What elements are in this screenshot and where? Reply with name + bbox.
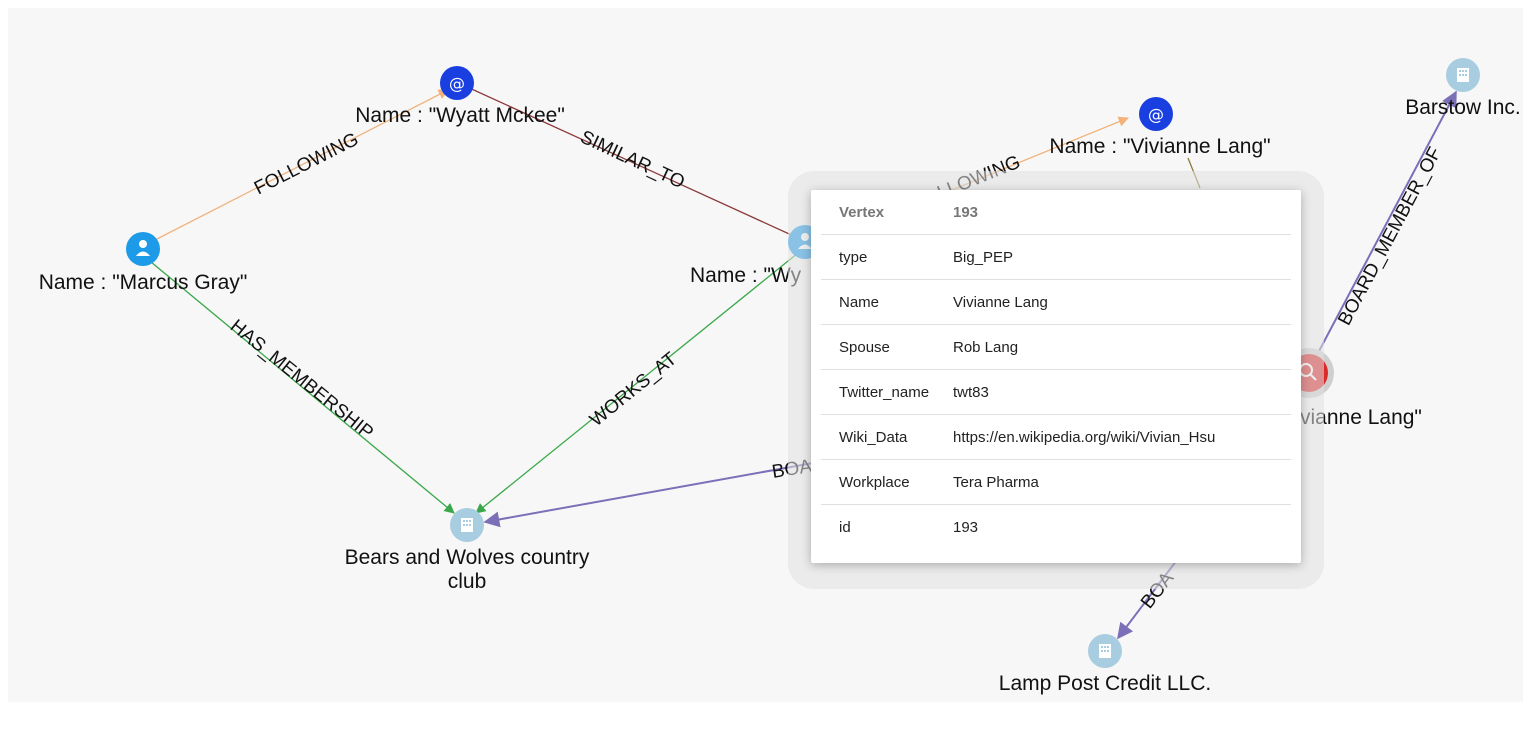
attr-value: Vivianne Lang	[953, 279, 1291, 325]
attr-key: type	[821, 234, 953, 280]
attr-key: Spouse	[821, 324, 953, 370]
graph-canvas[interactable]: FOLLOWING SIMILAR_TO HAS_MEMBERSHIP WORK…	[8, 8, 1523, 702]
table-row: type Big_PEP	[821, 234, 1291, 280]
at-icon: @	[449, 74, 465, 93]
node-label-wyatt-center: Name : "Wy	[690, 264, 802, 287]
table-row: id 193	[821, 505, 1291, 550]
attr-key: Vertex	[821, 190, 953, 235]
attr-value: https://en.wikipedia.org/wiki/Vivian_Hsu	[953, 414, 1291, 460]
attr-value: 193	[953, 518, 979, 536]
node-vivianne-email[interactable]: @ Name : "Vivianne Lang"	[1049, 97, 1271, 158]
attr-value: twt83	[953, 369, 1291, 415]
edge-board-member-of[interactable]: BOARD_MEMBER_OF	[1317, 90, 1457, 354]
attr-key: id	[839, 518, 851, 536]
table-row: Workplace Tera Pharma	[821, 459, 1291, 505]
attr-value: 193	[953, 190, 1291, 235]
node-barstow[interactable]: Barstow Inc.	[1405, 58, 1521, 119]
attr-value: Tera Pharma	[953, 459, 1291, 505]
attr-key: Twitter_name	[821, 369, 953, 415]
edge-label-similar-to: SIMILAR_TO	[577, 127, 688, 194]
edge-label-following: FOLLOWING	[251, 129, 362, 199]
at-icon: @	[1148, 105, 1164, 124]
table-row: Twitter_name twt83	[821, 369, 1291, 415]
attr-key: Wiki_Data	[821, 414, 953, 460]
attr-value: Rob Lang	[953, 324, 1291, 370]
vertex-attributes-table: Vertex 193 type Big_PEP Name Vivianne La…	[821, 190, 1291, 549]
node-lamp-post[interactable]: Lamp Post Credit LLC.	[999, 634, 1211, 695]
edge-label-has-membership: HAS_MEMBERSHIP	[226, 316, 377, 444]
attr-key: Workplace	[821, 459, 953, 505]
node-bears-wolves[interactable]: Bears and Wolves country club	[345, 508, 590, 593]
node-label-lamp-post: Lamp Post Credit LLC.	[999, 672, 1211, 695]
building-icon	[1457, 68, 1469, 82]
building-icon	[461, 518, 473, 532]
attr-key: Name	[821, 279, 953, 325]
node-label-vivianne-email: Name : "Vivianne Lang"	[1049, 135, 1270, 158]
node-label-barstow: Barstow Inc.	[1405, 96, 1521, 119]
table-row: Name Vivianne Lang	[821, 279, 1291, 325]
table-row: Spouse Rob Lang	[821, 324, 1291, 370]
building-icon	[1099, 644, 1111, 658]
table-row: Vertex 193	[821, 190, 1291, 235]
node-label-bears-wolves-line2: club	[448, 570, 487, 593]
node-wyatt-mckee[interactable]: @ Name : "Wyatt Mckee"	[355, 66, 565, 127]
attr-value: Big_PEP	[953, 234, 1291, 280]
node-label-bears-wolves-line1: Bears and Wolves country	[345, 546, 590, 569]
node-label-wyatt-mckee: Name : "Wyatt Mckee"	[355, 104, 565, 127]
edge-label-works-at: WORKS_AT	[586, 348, 681, 431]
edge-label-board-member-of: BOARD_MEMBER_OF	[1334, 144, 1446, 329]
node-marcus-gray[interactable]: Name : "Marcus Gray"	[39, 232, 248, 294]
edge-has-membership[interactable]: HAS_MEMBERSHIP	[144, 256, 455, 514]
node-label-marcus-gray: Name : "Marcus Gray"	[39, 271, 248, 294]
table-row: Wiki_Data https://en.wikipedia.org/wiki/…	[821, 414, 1291, 460]
vertex-details-popup: Vertex 193 type Big_PEP Name Vivianne La…	[811, 190, 1301, 563]
